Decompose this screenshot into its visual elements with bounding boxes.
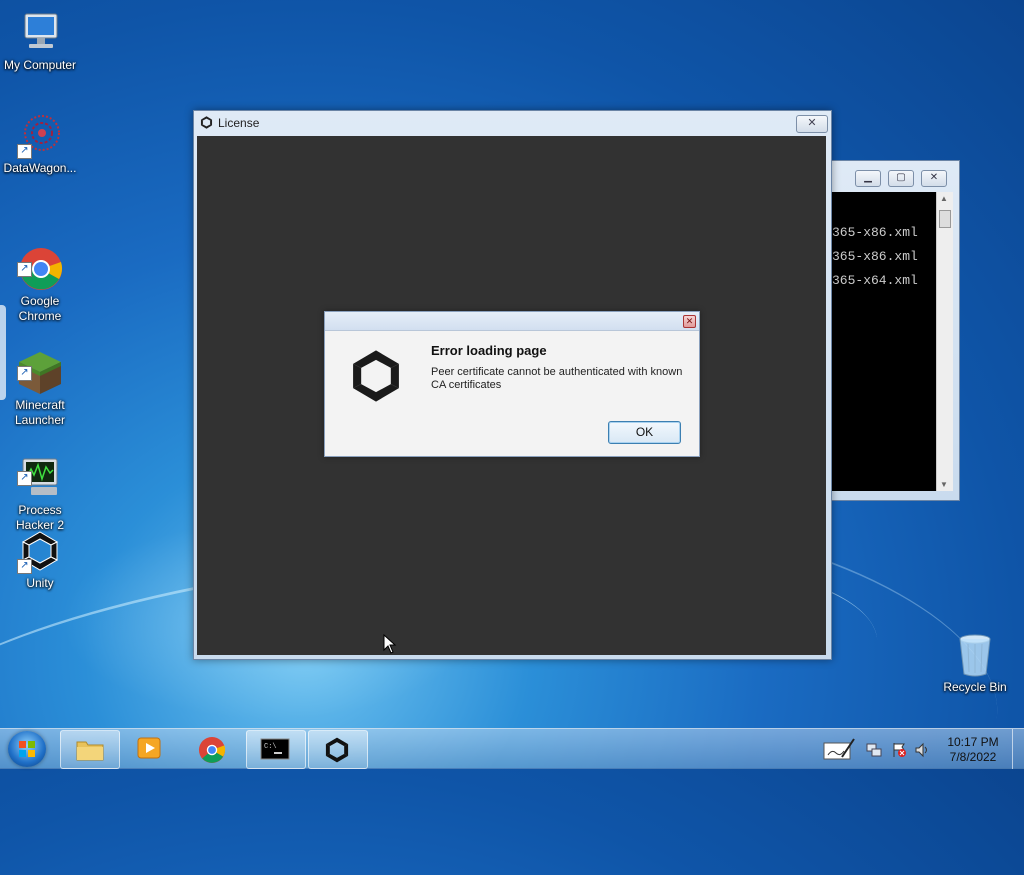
unity-logo-icon (200, 116, 213, 129)
mouse-cursor-icon (383, 634, 397, 654)
recycle-bin-icon (952, 632, 998, 678)
clock-time: 10:17 PM (947, 735, 999, 749)
minecraft-grass-block-icon: ↗ (17, 335, 63, 394)
taskbar-unity[interactable] (308, 730, 368, 769)
desktop-icon-label: Minecraft Launcher (14, 398, 66, 427)
taskbar-chrome[interactable] (183, 730, 241, 767)
scroll-up-icon[interactable]: ▲ (940, 194, 948, 203)
media-player-icon (137, 737, 161, 759)
error-dialog[interactable]: ✕ Error loading page Peer certificate ca… (324, 311, 700, 457)
desktop-icon-label: Recycle Bin (943, 680, 1007, 694)
shortcut-arrow-icon: ↗ (17, 366, 32, 381)
window-title: License (218, 116, 260, 130)
scroll-down-icon[interactable]: ▼ (940, 480, 948, 489)
console-line: 365-x86.xml (832, 225, 918, 240)
console-output[interactable]: 365-x86.xml 365-x86.xml 365-x64.xml (832, 192, 936, 491)
shortcut-arrow-icon: ↗ (17, 144, 32, 159)
desktop-icon-my-computer[interactable]: My Computer (0, 10, 80, 73)
close-button[interactable]: ✕ (921, 170, 947, 187)
dialog-message: Peer certificate cannot be authenticated… (431, 366, 683, 391)
vertical-scrollbar[interactable]: ▲ ▼ (936, 192, 953, 491)
close-button[interactable]: ✕ (796, 115, 828, 133)
shortcut-arrow-icon: ↗ (17, 262, 32, 277)
dialog-close-button[interactable]: ✕ (683, 315, 696, 328)
desktop-icon-label: DataWagon... (3, 161, 77, 175)
computer-icon (17, 10, 63, 56)
unity-logo-icon (353, 350, 399, 402)
unity-logo-icon (325, 737, 349, 763)
show-desktop-button[interactable] (1012, 729, 1024, 769)
scrollbar-thumb[interactable] (939, 210, 951, 228)
start-button[interactable] (8, 731, 46, 767)
console-line: 365-x64.xml (832, 273, 918, 288)
windows-logo-icon (19, 741, 35, 757)
process-hacker-icon: ↗ (17, 440, 63, 495)
shortcut-arrow-icon: ↗ (17, 471, 32, 486)
shortcut-arrow-icon: ↗ (17, 559, 32, 574)
tablet-input-icon[interactable] (822, 737, 856, 763)
maximize-button[interactable]: ▢ (888, 170, 914, 187)
taskbar-command-prompt[interactable]: C:\ (246, 730, 306, 769)
chrome-icon (198, 736, 226, 764)
system-clock[interactable]: 10:17 PM 7/8/2022 (938, 735, 1008, 765)
console-window[interactable]: ▁ ▢ ✕ 365-x86.xml 365-x86.xml 365-x64.xm… (828, 160, 960, 501)
folder-icon (76, 741, 104, 761)
desktop-icon-recycle-bin[interactable]: Recycle Bin (935, 632, 1015, 695)
svg-text:C:\: C:\ (264, 743, 277, 751)
minimize-button[interactable]: ▁ (855, 170, 881, 187)
taskbar-explorer[interactable] (60, 730, 120, 769)
desktop-icon-datawagon[interactable]: ↗ DataWagon... (0, 113, 80, 176)
datawagon-icon: ↗ (17, 113, 63, 159)
ok-button[interactable]: OK (608, 421, 681, 444)
network-icon[interactable] (866, 742, 882, 758)
desktop-icon-unity[interactable]: ↗ Unity (0, 528, 80, 591)
chrome-icon: ↗ (17, 231, 63, 290)
action-center-flag-icon[interactable] (891, 742, 907, 758)
taskbar-media-player[interactable] (120, 730, 178, 767)
desktop-icon-label: My Computer (3, 58, 77, 72)
dialog-titlebar[interactable]: ✕ (325, 312, 699, 331)
dialog-heading: Error loading page (431, 343, 547, 358)
unity-logo-icon: ↗ (17, 528, 63, 574)
command-prompt-icon: C:\ (260, 738, 290, 760)
clock-date: 7/8/2022 (949, 750, 997, 764)
console-line: 365-x86.xml (832, 249, 918, 264)
volume-icon[interactable] (914, 742, 930, 758)
desktop-icon-label: Unity (26, 576, 54, 590)
window-titlebar[interactable]: License ✕ (194, 111, 831, 135)
dialog-body: Error loading page Peer certificate cann… (325, 331, 699, 456)
taskbar: C:\ 10:17 PM 7/8/2022 (0, 728, 1024, 769)
